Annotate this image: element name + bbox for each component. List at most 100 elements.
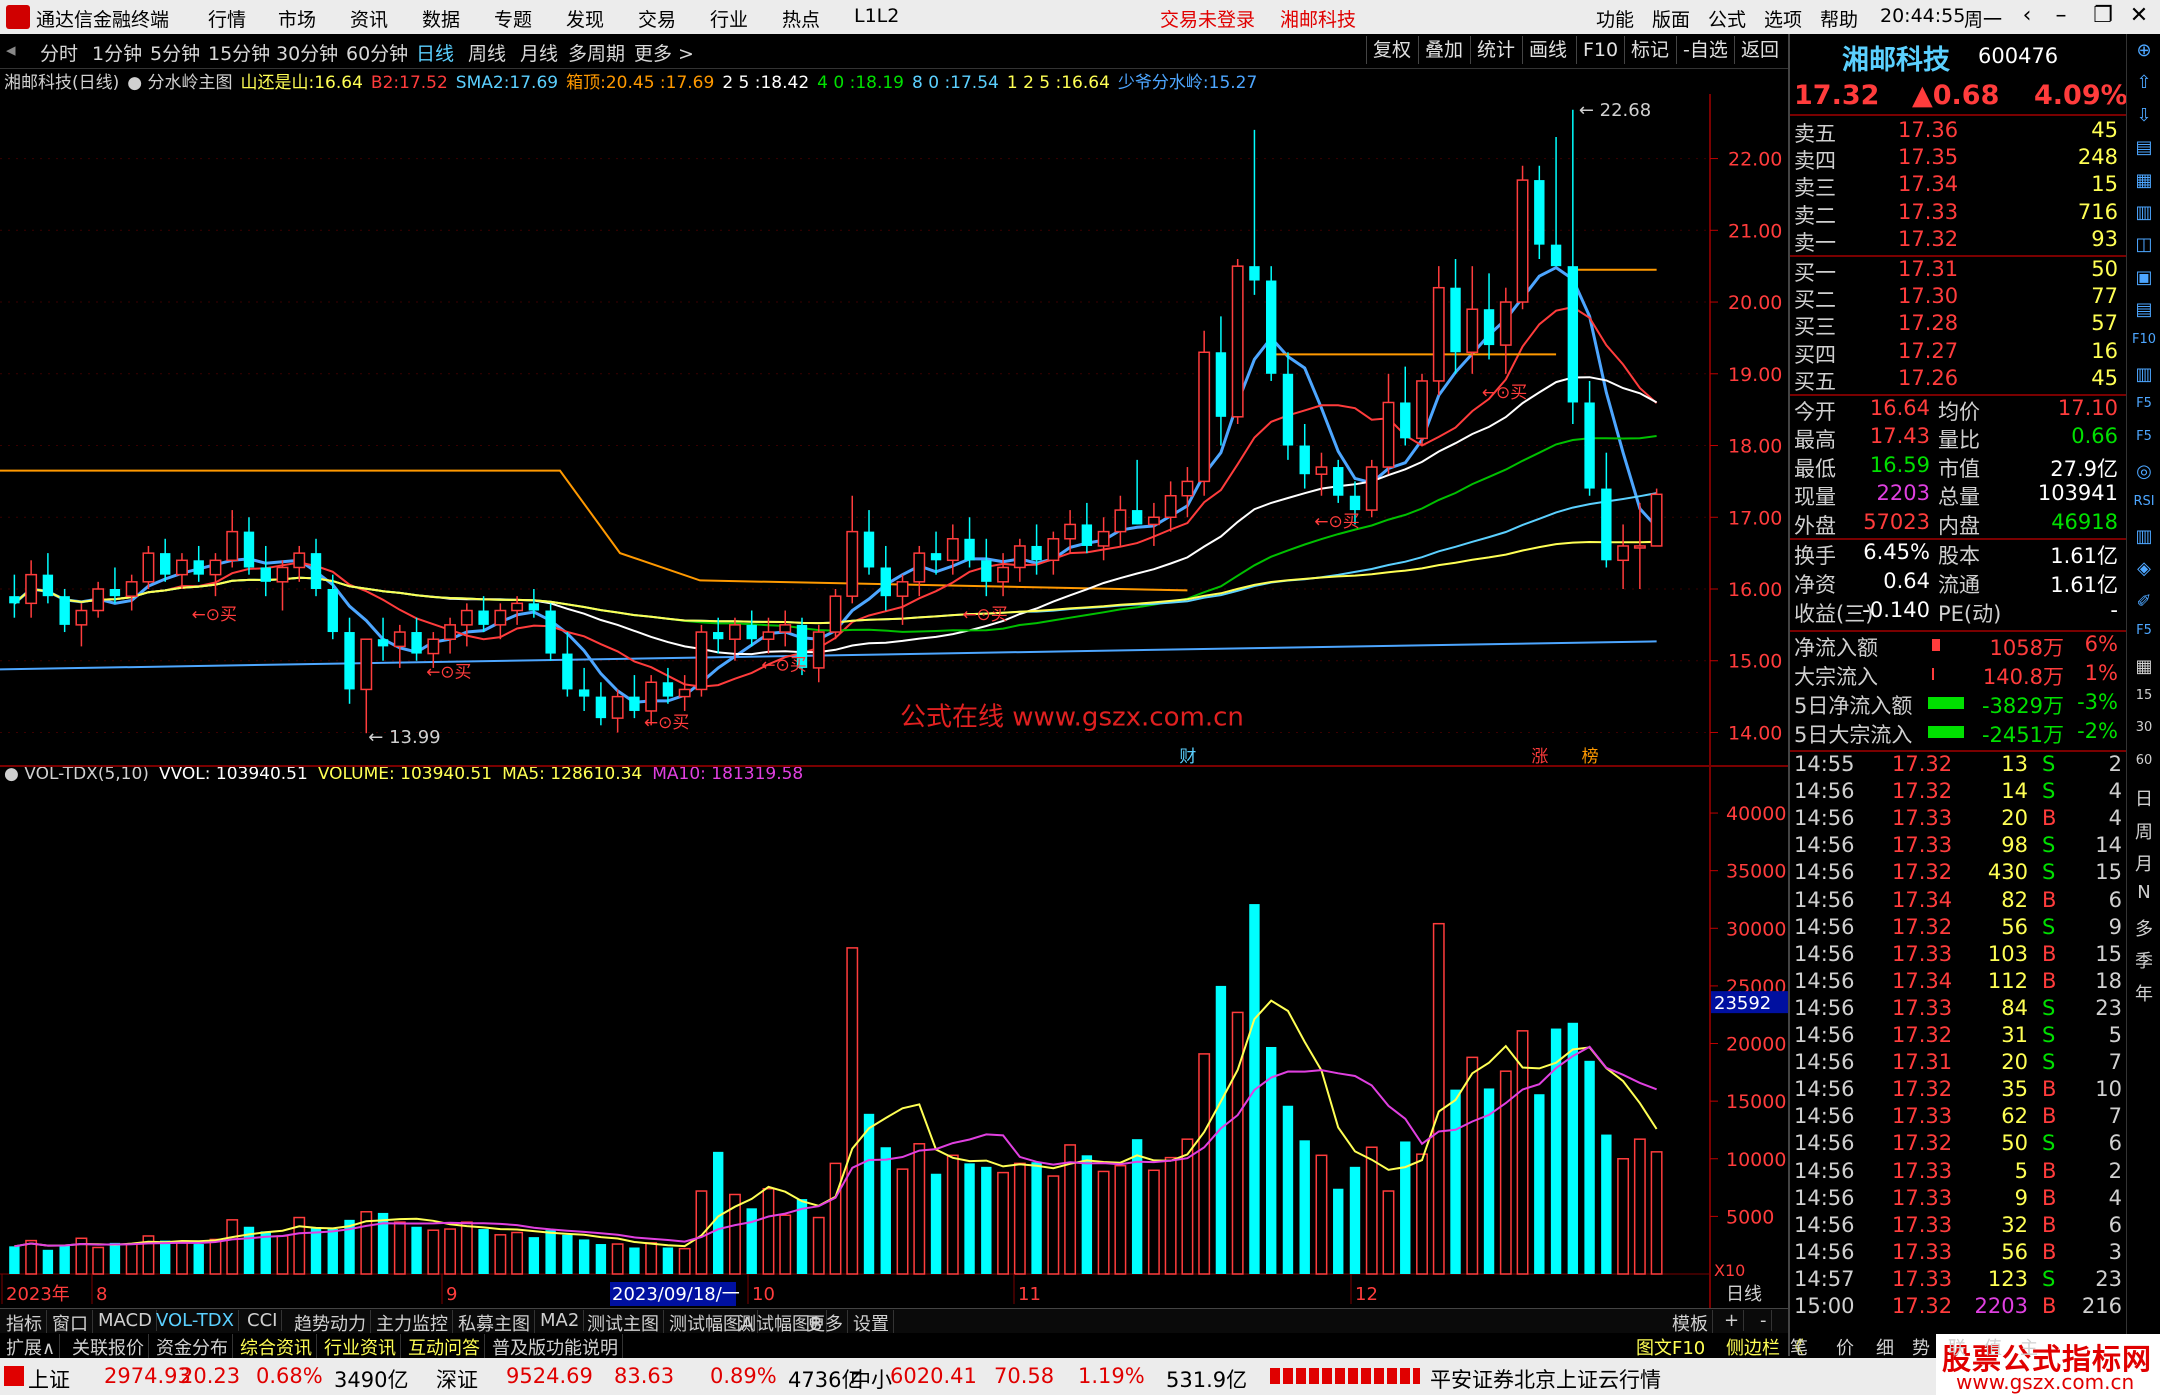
period-tab[interactable]: 多周期 — [568, 39, 625, 66]
trade-login-status[interactable]: 交易未登录 — [1160, 5, 1255, 32]
side-tool-icon[interactable]: F5 — [2130, 623, 2158, 649]
extension-tab[interactable]: 行业资讯 — [320, 1334, 401, 1360]
bid-row[interactable]: 买一 17.31 50 — [1790, 257, 2126, 285]
panel-tab[interactable]: 价 — [1836, 1334, 1854, 1360]
menu-item[interactable]: 帮助 — [1820, 5, 1858, 32]
close-icon[interactable]: ✕ — [2122, 3, 2156, 28]
menu-item[interactable]: 交易 — [638, 5, 676, 32]
side-tool-icon[interactable]: 周 — [2130, 818, 2158, 844]
side-tool-icon[interactable]: ◎ — [2130, 461, 2158, 487]
extension-tab[interactable]: 综合资讯 — [236, 1334, 317, 1360]
period-tab[interactable]: 分时 — [40, 39, 78, 66]
back-icon[interactable]: ‹ — [2010, 3, 2044, 28]
panel-tab[interactable]: 图文F10 — [1636, 1334, 1705, 1360]
side-tool-icon[interactable]: ▥ — [2130, 364, 2158, 390]
restore-icon[interactable]: ❐ — [2086, 3, 2120, 28]
bid-row[interactable]: 买五 17.26 45 — [1790, 366, 2126, 394]
menu-item[interactable]: 功能 — [1596, 5, 1634, 32]
indicator-tab[interactable]: VOL-TDX — [152, 1310, 239, 1331]
side-tool-icon[interactable]: ▥ — [2130, 202, 2158, 228]
side-tool-icon[interactable]: ▤ — [2130, 137, 2158, 163]
side-tool-icon[interactable]: RSI — [2130, 494, 2158, 520]
tab-control[interactable]: - — [1756, 1310, 1772, 1331]
side-tool-icon[interactable]: ⊕ — [2130, 40, 2158, 66]
side-tool-icon[interactable]: 15 — [2130, 688, 2158, 714]
panel-tab[interactable]: 细 — [1876, 1334, 1894, 1360]
panel-tab[interactable]: 联 — [1948, 1334, 1966, 1360]
period-tab[interactable]: 周线 — [468, 39, 506, 66]
side-tool-icon[interactable]: 季 — [2130, 947, 2158, 973]
menu-item[interactable]: 选项 — [1764, 5, 1802, 32]
menu-item[interactable]: 专题 — [494, 5, 532, 32]
side-tool-icon[interactable]: ▦ — [2130, 656, 2158, 682]
menu-item[interactable]: 市场 — [278, 5, 316, 32]
bid-row[interactable]: 买二 17.30 77 — [1790, 284, 2126, 312]
side-tool-icon[interactable]: F5 — [2130, 429, 2158, 455]
side-tool-icon[interactable]: 年 — [2130, 980, 2158, 1006]
bid-row[interactable]: 买三 17.28 57 — [1790, 311, 2126, 339]
side-tool-icon[interactable]: ▥ — [2130, 526, 2158, 552]
side-tool-icon[interactable]: ⇩ — [2130, 105, 2158, 131]
server-name[interactable]: 平安证券北京上证云行情 — [1430, 1364, 1661, 1394]
side-tool-icon[interactable]: ▣ — [2130, 267, 2158, 293]
ask-row[interactable]: 卖二 17.33 716 — [1790, 200, 2126, 228]
period-tab[interactable]: 月线 — [520, 39, 558, 66]
tool-button[interactable]: 标记 — [1624, 36, 1675, 64]
menu-item[interactable]: L1L2 — [854, 5, 899, 27]
period-tab[interactable]: 5分钟 — [150, 39, 200, 66]
tool-button[interactable]: 统计 — [1470, 36, 1521, 64]
ask-row[interactable]: 卖五 17.36 45 — [1790, 118, 2126, 146]
side-tool-icon[interactable]: N — [2130, 882, 2158, 908]
menu-item[interactable]: 数据 — [422, 5, 460, 32]
menu-item[interactable]: 行业 — [710, 5, 748, 32]
tool-button[interactable]: 叠加 — [1418, 36, 1469, 64]
side-tool-icon[interactable]: ◫ — [2130, 234, 2158, 260]
side-tool-icon[interactable]: ⇧ — [2130, 72, 2158, 98]
side-tool-icon[interactable]: ◈ — [2130, 558, 2158, 584]
ask-row[interactable]: 卖四 17.35 248 — [1790, 145, 2126, 173]
period-tab[interactable]: 30分钟 — [276, 39, 338, 66]
tool-button[interactable]: 画线 — [1522, 36, 1573, 64]
extension-tab[interactable]: 扩展∧ — [2, 1334, 61, 1360]
side-tool-icon[interactable]: 30 — [2130, 720, 2158, 746]
ask-row[interactable]: 卖一 17.32 93 — [1790, 227, 2126, 255]
indicator-tab[interactable]: CCI — [243, 1310, 283, 1331]
menu-item[interactable]: 行情 — [208, 5, 246, 32]
indicator-tab[interactable]: MACD — [94, 1310, 157, 1331]
side-tool-icon[interactable]: ▦ — [2130, 170, 2158, 196]
side-tool-icon[interactable]: F5 — [2130, 396, 2158, 422]
tool-button[interactable]: 返回 — [1734, 36, 1785, 64]
menu-item[interactable]: 资讯 — [350, 5, 388, 32]
menu-item[interactable]: 发现 — [566, 5, 604, 32]
indicator-tab[interactable]: MA2 — [536, 1310, 585, 1331]
panel-tab[interactable]: 势 — [1912, 1334, 1930, 1360]
extension-tab[interactable]: 关联报价 — [68, 1334, 149, 1360]
menu-item[interactable]: 版面 — [1652, 5, 1690, 32]
menu-item[interactable]: 公式 — [1708, 5, 1746, 32]
minimize-icon[interactable]: – — [2044, 3, 2078, 28]
formula-name[interactable]: ● 分水岭主图 — [127, 73, 232, 93]
extension-tab[interactable]: 互动问答 — [404, 1334, 485, 1360]
side-tool-icon[interactable]: 日 — [2130, 785, 2158, 811]
collapse-icon[interactable]: ◂ — [6, 39, 16, 61]
side-tool-icon[interactable]: ✐ — [2130, 591, 2158, 617]
ask-row[interactable]: 卖三 17.34 15 — [1790, 172, 2126, 200]
tool-button[interactable]: F10 — [1576, 36, 1624, 64]
panel-tab[interactable]: 值 — [1984, 1334, 2002, 1360]
period-tab[interactable]: 1分钟 — [92, 39, 142, 66]
extension-tab[interactable]: 普及版功能说明 — [488, 1334, 623, 1360]
menu-item[interactable]: 热点 — [782, 5, 820, 32]
extension-tab[interactable]: 资金分布 — [152, 1334, 233, 1360]
side-tool-icon[interactable]: ▤ — [2130, 299, 2158, 325]
side-tool-icon[interactable]: 多 — [2130, 915, 2158, 941]
period-tab[interactable]: 15分钟 — [208, 39, 270, 66]
tool-button[interactable]: 复权 — [1366, 36, 1417, 64]
side-tool-icon[interactable]: 60 — [2130, 753, 2158, 779]
bid-row[interactable]: 买四 17.27 16 — [1790, 339, 2126, 367]
panel-tab[interactable]: 笔 — [1790, 1334, 1808, 1360]
tab-control[interactable]: + — [1720, 1310, 1745, 1331]
tool-button[interactable]: -自选 — [1676, 36, 1734, 64]
side-tool-icon[interactable]: 月 — [2130, 850, 2158, 876]
side-tool-icon[interactable]: F10 — [2130, 332, 2158, 358]
period-tab[interactable]: 更多 > — [634, 39, 694, 66]
